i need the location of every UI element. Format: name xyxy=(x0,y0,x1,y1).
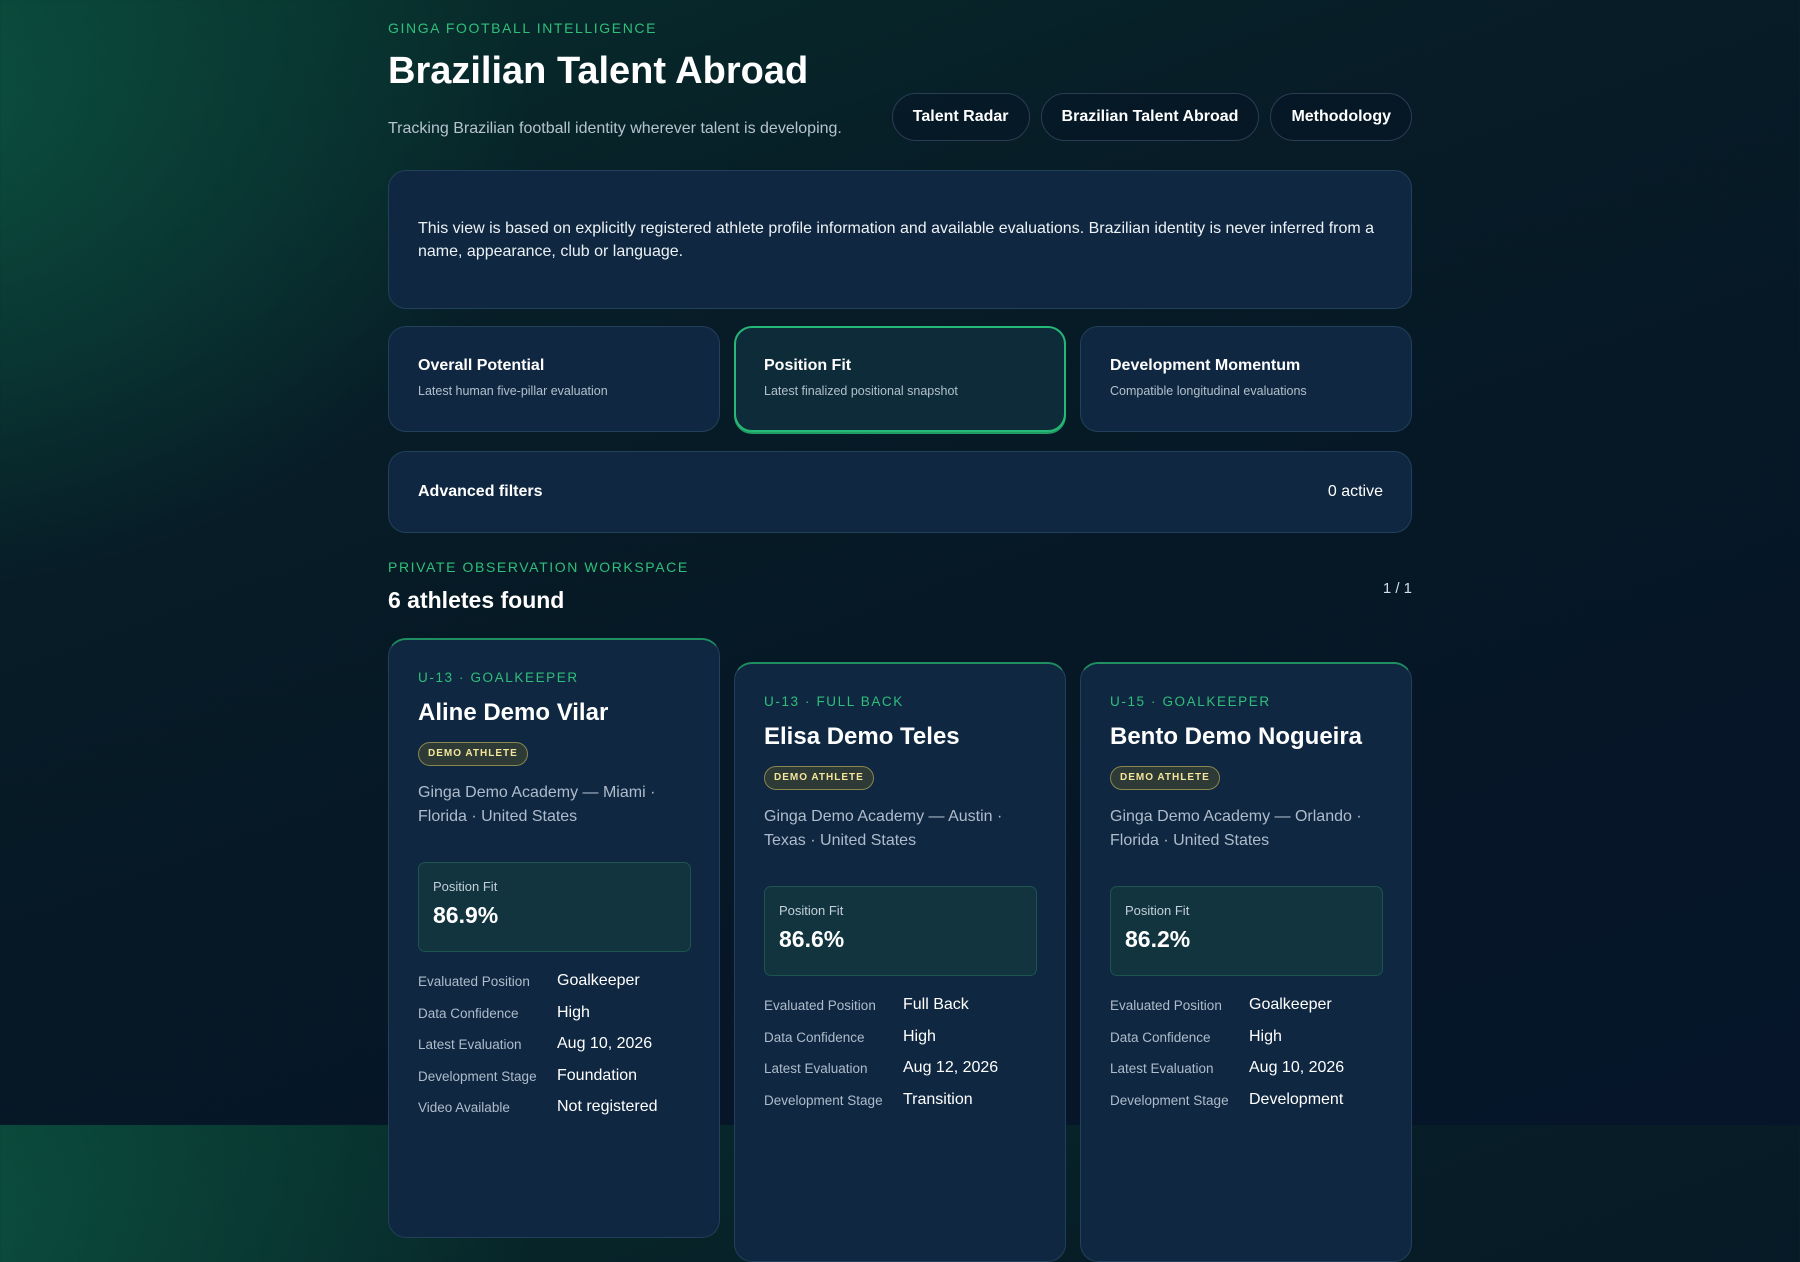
athlete-details: Evaluated Position Goalkeeper Data Confi… xyxy=(418,972,691,1130)
athlete-club-location: Ginga Demo Academy — Austin · Texas · Un… xyxy=(764,808,1003,849)
detail-row: Development Stage Development xyxy=(1110,1091,1383,1123)
advanced-filters-label: Advanced filters xyxy=(418,483,543,500)
detail-label: Data Confidence xyxy=(418,1005,519,1021)
mode-position-fit[interactable]: Position Fit Latest finalized positional… xyxy=(734,326,1066,432)
detail-row: Latest Evaluation Aug 10, 2026 xyxy=(1110,1059,1383,1091)
detail-row: Evaluated Position Goalkeeper xyxy=(1110,996,1383,1028)
detail-row: Latest Evaluation Aug 12, 2026 xyxy=(764,1059,1037,1091)
athlete-name: Aline Demo Vilar xyxy=(418,699,609,726)
athlete-card[interactable]: U-13 · GOALKEEPER Aline Demo Vilar DEMO … xyxy=(388,638,720,1238)
detail-row: Data Confidence High xyxy=(418,1004,691,1036)
page-subtitle: Tracking Brazilian football identity whe… xyxy=(388,120,842,137)
detail-row: Data Confidence High xyxy=(1110,1028,1383,1060)
athlete-name: Elisa Demo Teles xyxy=(764,723,960,750)
detail-label: Video Available xyxy=(418,1100,510,1115)
detail-value: Not registered xyxy=(557,1098,658,1115)
athlete-category-position: U-13 · FULL BACK xyxy=(764,694,904,709)
athlete-club-location: Ginga Demo Academy — Orlando · Florida ·… xyxy=(1110,808,1362,849)
detail-label: Development Stage xyxy=(1110,1092,1229,1108)
detail-row: Data Confidence High xyxy=(764,1028,1037,1060)
detail-label: Development Stage xyxy=(418,1068,537,1084)
detail-label: Evaluated Position xyxy=(764,998,876,1013)
detail-value: Goalkeeper xyxy=(1249,996,1332,1013)
detail-label: Evaluated Position xyxy=(1110,998,1222,1013)
app-eyebrow: GINGA FOOTBALL INTELLIGENCE xyxy=(388,20,658,36)
detail-row: Evaluated Position Goalkeeper xyxy=(418,972,691,1004)
position-fit-score: Position Fit 86.9% xyxy=(418,862,691,952)
athlete-card[interactable]: U-15 · GOALKEEPER Bento Demo Nogueira DE… xyxy=(1080,662,1412,1262)
detail-label: Data Confidence xyxy=(764,1029,865,1045)
demo-athlete-badge: DEMO ATHLETE xyxy=(418,742,528,766)
score-value: 86.2% xyxy=(1125,926,1191,952)
detail-value: Transition xyxy=(903,1090,973,1108)
athlete-club-location: Ginga Demo Academy — Miami · Florida · U… xyxy=(418,784,656,825)
detail-value: High xyxy=(903,1027,936,1045)
identity-notice: This view is based on explicitly registe… xyxy=(388,170,1412,309)
score-label: Position Fit xyxy=(1125,903,1190,918)
mode-title: Overall Potential xyxy=(418,357,545,374)
score-value: 86.9% xyxy=(433,902,499,928)
mode-development-momentum[interactable]: Development Momentum Compatible longitud… xyxy=(1080,326,1412,432)
page-indicator: 1 / 1 xyxy=(1382,580,1412,597)
score-value: 86.6% xyxy=(779,926,845,952)
mode-title: Position Fit xyxy=(764,357,852,374)
athlete-details: Evaluated Position Goalkeeper Data Confi… xyxy=(1110,996,1383,1122)
score-label: Position Fit xyxy=(779,903,844,918)
detail-row: Latest Evaluation Aug 10, 2026 xyxy=(418,1035,691,1067)
detail-value: High xyxy=(1249,1027,1282,1045)
page-title: Brazilian Talent Abroad xyxy=(388,50,809,92)
workspace-eyebrow: PRIVATE OBSERVATION WORKSPACE xyxy=(388,559,689,575)
mode-description: Latest finalized positional snapshot xyxy=(764,384,958,398)
nav-methodology[interactable]: Methodology xyxy=(1270,93,1412,141)
mode-description: Latest human five-pillar evaluation xyxy=(418,384,608,398)
identity-notice-text: This view is based on explicitly registe… xyxy=(418,220,1375,260)
demo-athlete-badge: DEMO ATHLETE xyxy=(1110,766,1220,790)
top-nav: Talent Radar Brazilian Talent Abroad Met… xyxy=(891,93,1412,141)
detail-value: Aug 12, 2026 xyxy=(903,1059,999,1076)
detail-row: Development Stage Foundation xyxy=(418,1067,691,1099)
athlete-category-position: U-15 · GOALKEEPER xyxy=(1110,694,1271,709)
detail-value: Aug 10, 2026 xyxy=(1249,1059,1345,1076)
score-label: Position Fit xyxy=(433,879,498,894)
detail-value: Development xyxy=(1249,1090,1344,1108)
detail-value: Aug 10, 2026 xyxy=(557,1035,653,1052)
mode-description: Compatible longitudinal evaluations xyxy=(1110,384,1307,398)
detail-row: Evaluated Position Full Back xyxy=(764,996,1037,1028)
detail-label: Latest Evaluation xyxy=(418,1037,522,1052)
detail-value: High xyxy=(557,1003,590,1021)
detail-value: Foundation xyxy=(557,1066,638,1084)
detail-label: Development Stage xyxy=(764,1092,883,1108)
results-count: 6 athletes found xyxy=(388,587,565,613)
athlete-card[interactable]: U-13 · FULL BACK Elisa Demo Teles DEMO A… xyxy=(734,662,1066,1262)
position-fit-score: Position Fit 86.2% xyxy=(1110,886,1383,976)
detail-value: Goalkeeper xyxy=(557,972,640,989)
ranking-mode-selector: Overall Potential Latest human five-pill… xyxy=(388,326,1412,432)
detail-label: Latest Evaluation xyxy=(764,1061,868,1076)
athlete-category-position: U-13 · GOALKEEPER xyxy=(418,670,579,685)
position-fit-score: Position Fit 86.6% xyxy=(764,886,1037,976)
athlete-details: Evaluated Position Full Back Data Confid… xyxy=(764,996,1037,1122)
mode-title: Development Momentum xyxy=(1110,357,1301,374)
detail-label: Latest Evaluation xyxy=(1110,1061,1214,1076)
detail-value: Full Back xyxy=(903,996,969,1013)
athlete-name: Bento Demo Nogueira xyxy=(1110,723,1363,750)
detail-label: Evaluated Position xyxy=(418,974,530,989)
demo-athlete-badge: DEMO ATHLETE xyxy=(764,766,874,790)
nav-brazilian-talent-abroad[interactable]: Brazilian Talent Abroad xyxy=(1040,93,1260,141)
nav-talent-radar[interactable]: Talent Radar xyxy=(891,93,1030,141)
mode-overall-potential[interactable]: Overall Potential Latest human five-pill… xyxy=(388,326,720,432)
detail-label: Data Confidence xyxy=(1110,1029,1211,1045)
detail-row: Development Stage Transition xyxy=(764,1091,1037,1123)
active-filters-count: 0 active xyxy=(1327,483,1383,500)
advanced-filters-toggle[interactable]: Advanced filters 0 active xyxy=(388,451,1412,533)
